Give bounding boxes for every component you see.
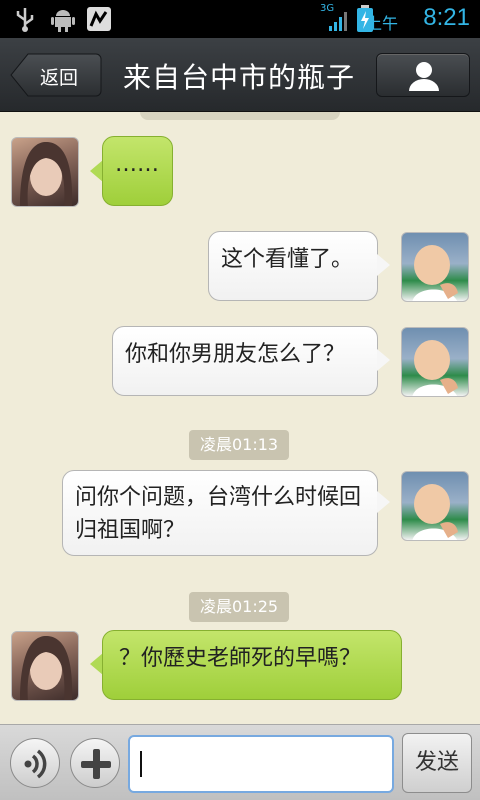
plus-icon [81,749,111,779]
avatar-baby-image [412,484,458,540]
app-notification-icon [87,7,111,31]
add-attachment-button[interactable] [70,738,120,788]
message-bubble-peer[interactable]: …… [102,136,173,206]
contact-profile-button[interactable] [376,53,470,97]
message-bubble-own[interactable]: 这个看懂了。 [208,231,378,301]
message-bubble-own[interactable]: 问你个问题，台湾什么时候回归祖国啊？ [62,470,378,556]
status-bar: 3G 上午 8:21 [0,0,480,38]
clock: 8:21 [423,4,470,31]
back-button[interactable]: 返回 [10,53,102,97]
bubble-tail [377,491,390,513]
message-bubble-peer[interactable]: ？你歷史老師死的早嗎？ [102,630,402,700]
avatar-baby-image [412,340,458,396]
signal-icon [329,12,347,31]
title-bar: 返回 来自台中市的瓶子 [0,38,480,112]
person-icon [409,62,439,91]
avatar-girl-image [20,636,73,700]
page-title: 来自台中市的瓶子 [122,61,355,94]
timestamp-label: 凌晨01:25 [189,592,290,622]
avatar-peer[interactable] [11,631,79,701]
avatar-own[interactable] [401,232,469,302]
avatar-peer[interactable] [11,137,79,207]
avatar-girl-image [20,142,73,206]
input-bar: 发送 [0,724,480,800]
back-button-label: 返回 [40,67,79,89]
send-button[interactable]: 发送 [402,733,472,793]
timestamp-label: 凌晨01:13 [189,430,290,460]
android-debug-icon [51,10,75,32]
message-input[interactable] [128,735,394,793]
bubble-tail [377,254,390,276]
ampm-label: 上午 [365,14,398,33]
bubble-tail [377,349,390,371]
avatar-own[interactable] [401,327,469,397]
avatar-baby-image [412,245,458,301]
avatar-own[interactable] [401,471,469,541]
text-cursor [140,751,142,777]
usb-icon [16,8,34,32]
voice-button[interactable] [10,738,60,788]
message-bubble-own[interactable]: 你和你男朋友怎么了？ [112,326,378,396]
header-tear-strip [140,112,340,120]
voice-icon [24,749,47,779]
